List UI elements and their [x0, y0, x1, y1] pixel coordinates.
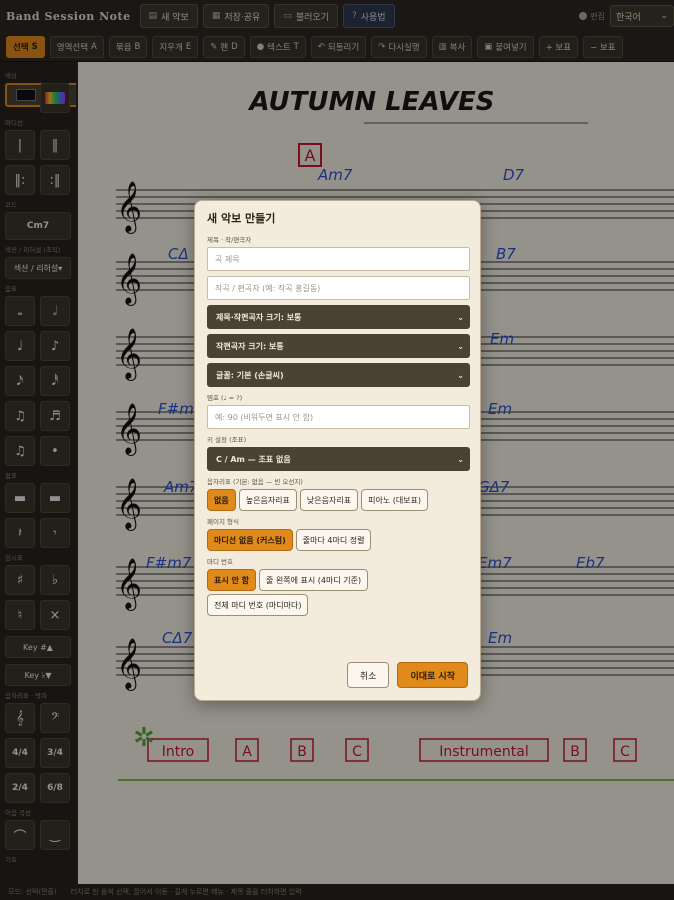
measure-number-every[interactable]: 전체 마디 번호 (마디마다) [207, 594, 309, 616]
composer-placeholder: 작곡 / 편곡자 (예: 작곡 홍길동) [215, 283, 321, 293]
chevron-down-icon: ⌄ [457, 312, 464, 322]
dialog-actions: 취소 이대로 시작 [346, 662, 468, 688]
page-format-label: 페이지 형식 [207, 518, 239, 526]
title-placeholder: 곡 제목 [215, 254, 240, 264]
composer-size-select[interactable]: 작편곡자 크기: 보통 ⌄ [207, 334, 470, 358]
dialog-heading: 새 악보 만들기 [207, 212, 276, 225]
chevron-down-icon: ⌄ [457, 341, 464, 351]
key-label: 키 설정 (조표) [207, 436, 247, 444]
measure-number-line-left[interactable]: 줄 왼쪽에 표시 (4마디 기준) [259, 569, 369, 591]
composer-size-value: 작편곡자 크기: 보통 [216, 341, 284, 351]
title-size-value: 제목·작편곡자 크기: 보통 [216, 312, 302, 322]
composer-input[interactable]: 작곡 / 편곡자 (예: 작곡 홍길동) [207, 276, 470, 300]
cancel-button[interactable]: 취소 [346, 662, 390, 688]
app-root: Band Session Note ▤ 새 악보 ▦ 저장·공유 ▭ 불러오기 ? 사용… [0, 0, 674, 900]
page-format-4-bars[interactable]: 줄마다 4마디 정렬 [295, 529, 372, 551]
key-value: C / Am — 조표 없음 [216, 454, 291, 464]
tempo-label: 템포 (♩ = ?) [207, 394, 243, 402]
clef-option-treble[interactable]: 높은음자리표 [238, 489, 297, 511]
measure-number-hide[interactable]: 표시 안 함 [207, 569, 257, 591]
new-score-dialog: 새 악보 만들기 제목 · 작/편곡자 곡 제목 작곡 / 편곡자 (예: 작곡… [194, 200, 481, 701]
clef-options: 없음 높은음자리표 낮은음자리표 피아노 (대보표) [207, 489, 468, 511]
key-select[interactable]: C / Am — 조표 없음 ⌄ [207, 447, 470, 471]
page-format-options: 마디선 없음 (커스텀) 줄마다 4마디 정렬 [207, 529, 468, 551]
title-size-select[interactable]: 제목·작편곡자 크기: 보통 ⌄ [207, 305, 470, 329]
start-button[interactable]: 이대로 시작 [397, 662, 468, 688]
tempo-input[interactable]: 예: 90 (비워두면 표시 안 함) [207, 405, 470, 429]
font-value: 글꼴: 기본 (손글씨) [216, 370, 284, 380]
tempo-placeholder: 예: 90 (비워두면 표시 안 함) [215, 412, 314, 422]
chevron-down-icon: ⌄ [457, 370, 464, 380]
title-input[interactable]: 곡 제목 [207, 247, 470, 271]
clef-label: 음자리표 (기본: 없음 — 빈 오선지) [207, 478, 303, 486]
title-section-label: 제목 · 작/편곡자 [207, 236, 252, 244]
clef-option-none[interactable]: 없음 [207, 489, 236, 511]
clef-option-bass[interactable]: 낮은음자리표 [299, 489, 359, 511]
page-format-custom[interactable]: 마디선 없음 (커스텀) [207, 529, 293, 551]
measure-number-options: 표시 안 함 줄 왼쪽에 표시 (4마디 기준) 전체 마디 번호 (마디마다) [207, 569, 468, 616]
measure-number-label: 마디 번호 [207, 558, 233, 566]
font-select[interactable]: 글꼴: 기본 (손글씨) ⌄ [207, 363, 470, 387]
chevron-down-icon: ⌄ [457, 454, 464, 464]
clef-option-piano[interactable]: 피아노 (대보표) [361, 489, 429, 511]
